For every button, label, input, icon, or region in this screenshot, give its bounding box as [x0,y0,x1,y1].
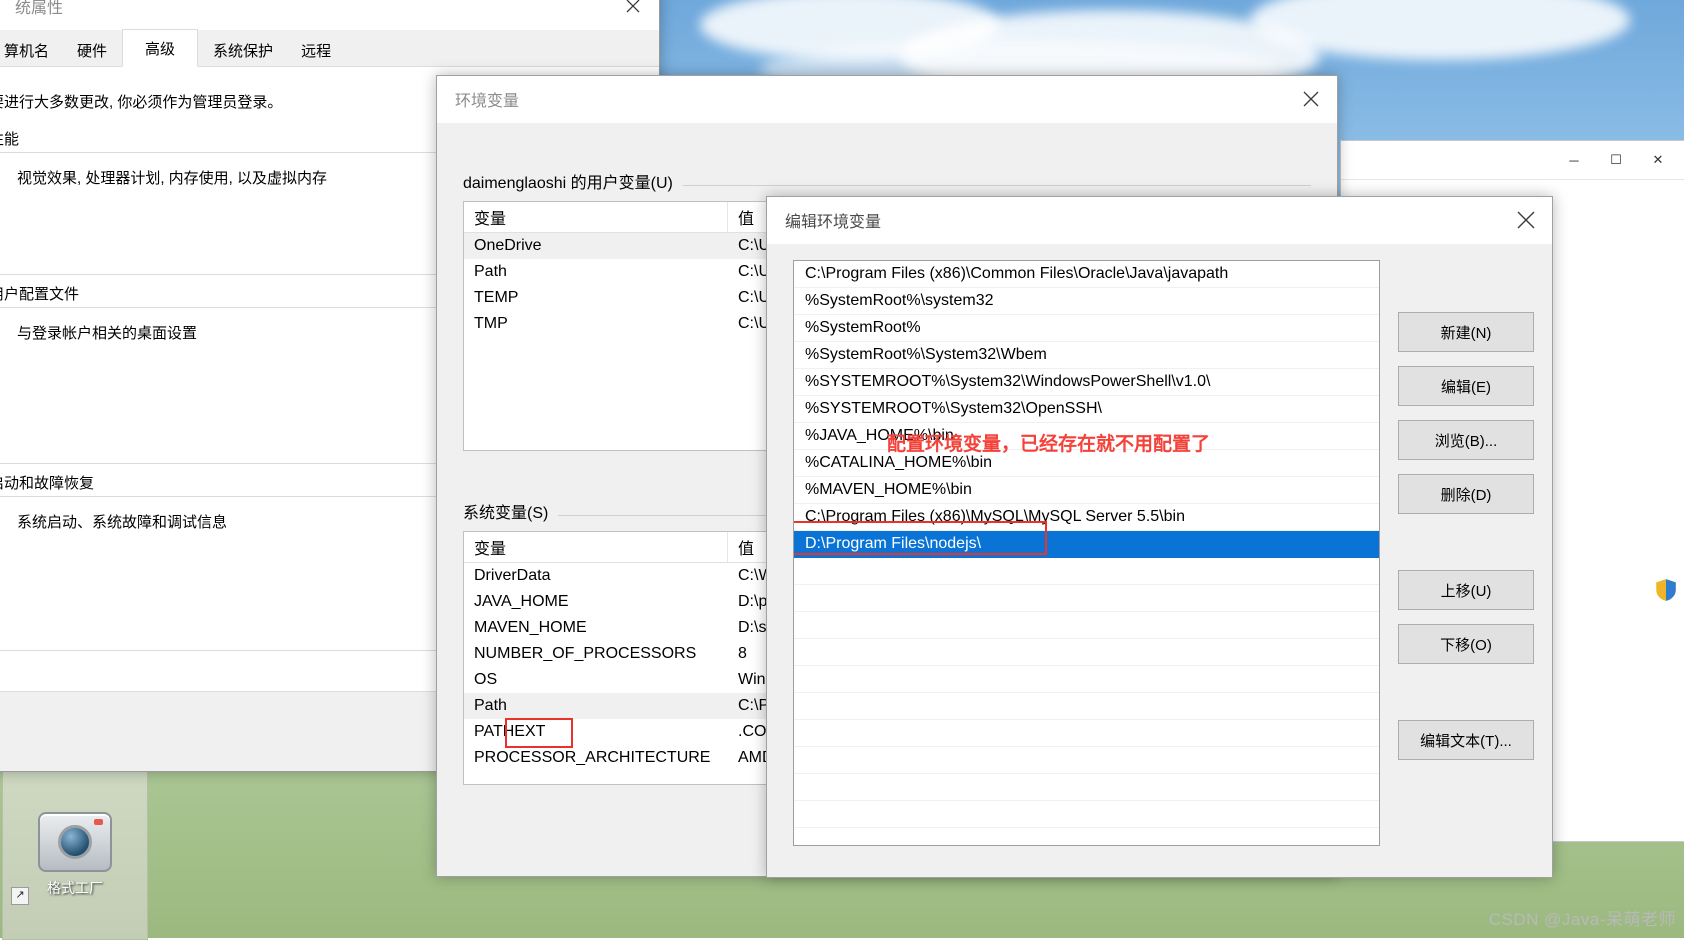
system-properties-titlebar: 统属性 [0,0,659,30]
variable-name: PROCESSOR_ARCHITECTURE [474,749,711,766]
new-button[interactable]: 新建(N) [1398,312,1534,352]
button-spacer [1398,528,1534,556]
move-down-button[interactable]: 下移(O) [1398,624,1534,664]
tab-hardware[interactable]: 硬件 [64,34,120,66]
system-properties-tabstrip[interactable]: 算机名 硬件 高级 系统保护 远程 [0,29,659,67]
camera-icon [38,812,112,872]
variable-name: TMP [474,315,508,332]
list-item[interactable] [794,585,1379,612]
edit-text-button[interactable]: 编辑文本(T)... [1398,720,1534,760]
minimize-icon[interactable]: ─ [1553,145,1595,175]
list-item[interactable]: %SystemRoot%\System32\Wbem [794,342,1379,369]
edit-environment-variable-body: C:\Program Files (x86)\Common Files\Orac… [767,244,1552,852]
tab-system-protection[interactable]: 系统保护 [200,34,286,66]
list-item[interactable] [794,693,1379,720]
list-item[interactable] [794,558,1379,585]
close-icon[interactable]: ✕ [1637,145,1679,175]
system-variables-legend: 系统变量(S) [463,505,549,522]
close-icon[interactable] [1500,198,1552,243]
list-item[interactable] [794,666,1379,693]
watermark: CSDN @Java-呆萌老师 [1488,910,1676,929]
list-item-selected-nodejs[interactable]: D:\Program Files\nodejs\ [794,531,1379,558]
variable-name: Path [474,697,507,714]
variable-name: NUMBER_OF_PROCESSORS [474,645,697,662]
desktop-shortcut-label: 格式工厂 [47,880,103,896]
system-properties-title: 统属性 [15,0,64,17]
move-up-button[interactable]: 上移(U) [1398,570,1534,610]
list-item[interactable]: %SYSTEMROOT%\System32\OpenSSH\ [794,396,1379,423]
variable-name: JAVA_HOME [474,593,569,610]
list-item[interactable] [794,747,1379,774]
tab-remote[interactable]: 远程 [288,34,344,66]
list-item[interactable] [794,801,1379,828]
tab-advanced[interactable]: 高级 [122,29,199,67]
annotation-text: 配置环境变量，已经存在就不用配置了 [887,434,1211,455]
list-item[interactable] [794,828,1379,845]
variable-name: MAVEN_HOME [474,619,587,636]
shield-icon [1656,579,1676,601]
edit-environment-variable-buttons: 新建(N) 编辑(E) 浏览(B)... 删除(D) 上移(U) 下移(O) 编… [1398,260,1534,852]
list-item[interactable]: C:\Program Files (x86)\MySQL\MySQL Serve… [794,504,1379,531]
environment-variables-titlebar: 环境变量 [437,76,1337,123]
list-item[interactable] [794,774,1379,801]
list-item[interactable] [794,639,1379,666]
variable-name: OS [474,671,498,688]
edit-button[interactable]: 编辑(E) [1398,366,1534,406]
variable-name: Path [474,263,507,280]
button-spacer [1398,678,1534,706]
list-item[interactable] [794,612,1379,639]
user-variables-legend: daimenglaoshi 的用户变量(U) [463,175,673,192]
background-window-titlebar: ─ ☐ ✕ [1341,141,1684,180]
list-item[interactable] [794,720,1379,747]
column-header-variable[interactable]: 变量 [464,202,728,232]
desktop-shortcut-format-factory[interactable]: ↗ 格式工厂 [2,770,148,940]
environment-variables-title: 环境变量 [455,93,520,110]
performance-group-title: 性能 [0,128,28,149]
variable-name: DriverData [474,567,551,584]
list-item[interactable]: C:\Program Files (x86)\Common Files\Orac… [794,261,1379,288]
variable-name: TEMP [474,289,519,306]
variable-name: PATHEXT [474,723,546,740]
list-item[interactable]: %SystemRoot% [794,315,1379,342]
list-item[interactable]: %MAVEN_HOME%\bin [794,477,1379,504]
startup-recovery-group-title: 启动和故障恢复 [0,472,103,493]
column-header-variable[interactable]: 变量 [464,532,728,562]
browse-button[interactable]: 浏览(B)... [1398,420,1534,460]
variable-name: OneDrive [474,237,542,254]
list-item[interactable]: %SystemRoot%\system32 [794,288,1379,315]
tab-computer-name[interactable]: 算机名 [0,34,62,66]
group-rule [682,184,1311,186]
user-profile-group-title: 用户配置文件 [0,283,88,304]
close-icon[interactable] [1285,77,1337,122]
edit-environment-variable-titlebar: 编辑环境变量 [767,197,1552,244]
maximize-icon[interactable]: ☐ [1595,145,1637,175]
list-item[interactable]: %SYSTEMROOT%\System32\WindowsPowerShell\… [794,369,1379,396]
edit-environment-variable-dialog[interactable]: 编辑环境变量 C:\Program Files (x86)\Common Fil… [766,196,1553,878]
shortcut-arrow-icon: ↗ [11,887,29,905]
edit-environment-variable-title: 编辑环境变量 [785,214,882,231]
delete-button[interactable]: 删除(D) [1398,474,1534,514]
path-entries-list[interactable]: C:\Program Files (x86)\Common Files\Orac… [793,260,1380,846]
close-icon[interactable] [607,0,659,29]
